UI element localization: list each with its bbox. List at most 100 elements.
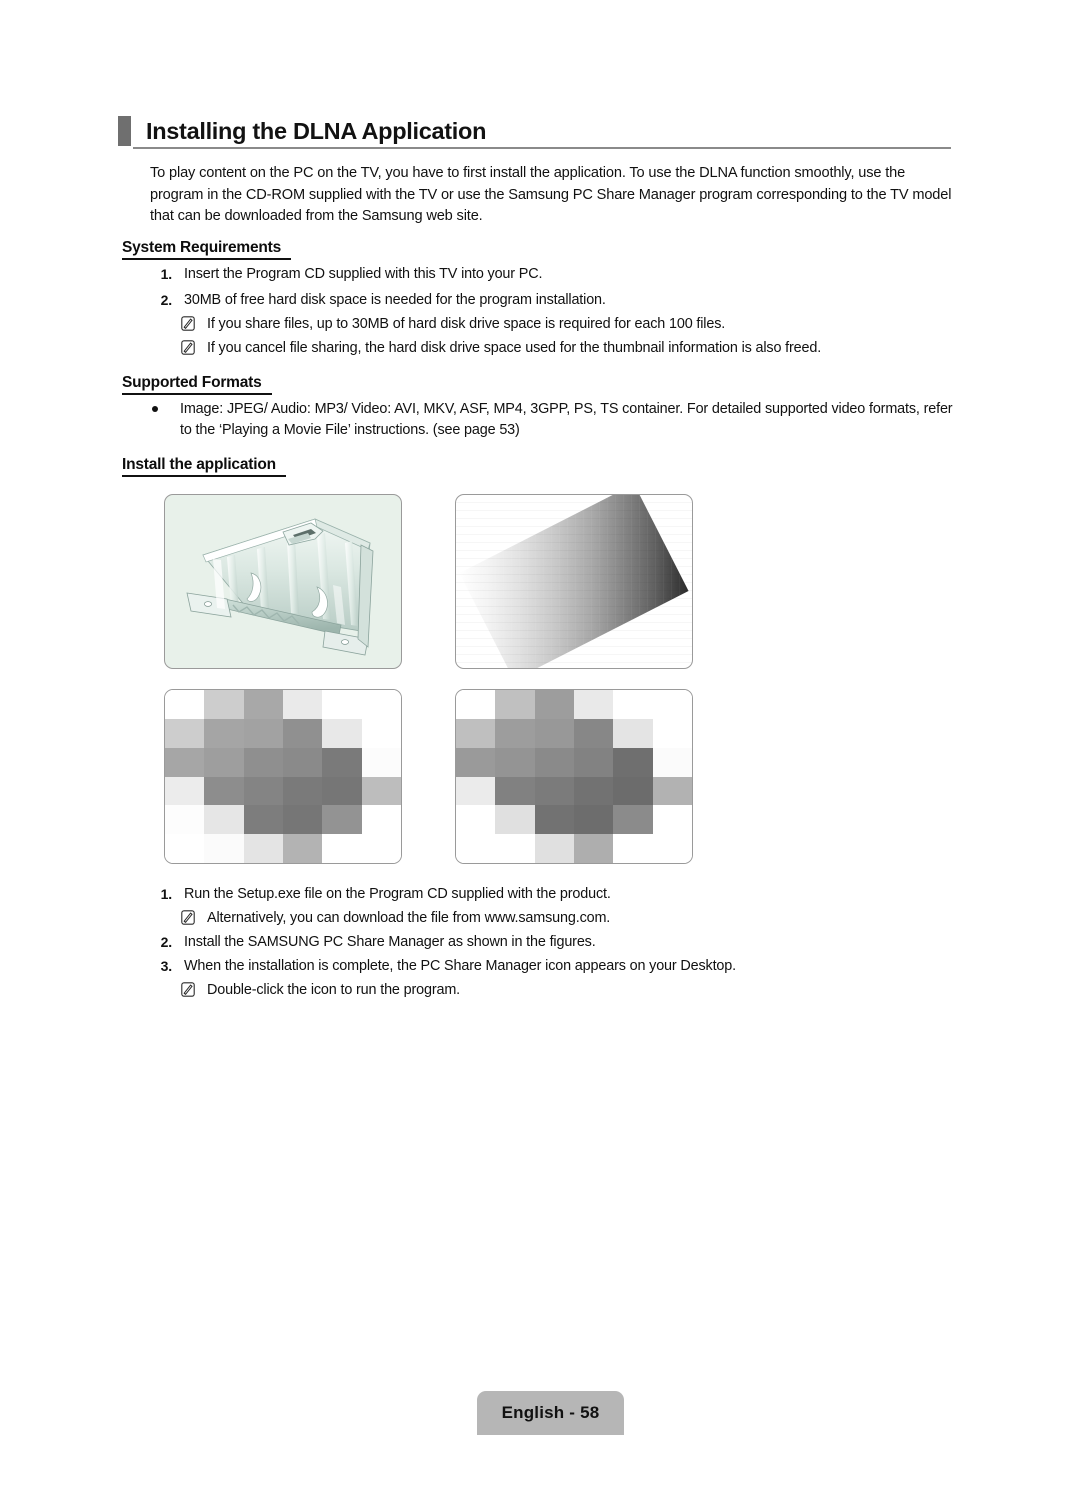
list-number: 2. bbox=[160, 934, 173, 950]
list-text: When the installation is complete, the P… bbox=[184, 958, 736, 974]
mosaic-cell-5-4 bbox=[613, 834, 653, 863]
mosaic-cell-1-1 bbox=[495, 718, 535, 748]
bracket-illustration bbox=[186, 518, 374, 656]
mosaic-cell-3-3 bbox=[282, 776, 323, 806]
mosaic-cell-0-1 bbox=[204, 690, 244, 719]
mosaic-cell-3-2 bbox=[243, 776, 283, 806]
mosaic-cell-3-4 bbox=[322, 776, 362, 806]
mosaic-cell-4-5 bbox=[652, 805, 692, 835]
list-number: 2. bbox=[160, 292, 173, 308]
mosaic-cell-4-0 bbox=[456, 805, 496, 835]
section-marker-icon bbox=[118, 116, 131, 146]
mosaic-cell-5-0 bbox=[165, 834, 205, 863]
mosaic-cell-4-3 bbox=[573, 805, 614, 835]
mosaic-cell-4-1 bbox=[495, 805, 535, 835]
heading-supported-formats: Supported Formats bbox=[122, 374, 272, 395]
list-item: 1. Insert the Program CD supplied with t… bbox=[150, 264, 940, 284]
page-title-row: Installing the DLNA Application bbox=[118, 113, 958, 149]
mosaic-cell-5-4 bbox=[322, 834, 362, 863]
mosaic-cell-1-4 bbox=[613, 718, 653, 748]
document-page: Installing the DLNA Application To play … bbox=[0, 0, 1080, 1488]
mosaic-cell-2-5 bbox=[361, 747, 401, 777]
figure-installer-step-3 bbox=[455, 689, 693, 864]
list-text: Install the SAMSUNG PC Share Manager as … bbox=[184, 934, 596, 950]
mosaic-cell-3-0 bbox=[456, 776, 496, 806]
heading-install-the-application: Install the application bbox=[122, 456, 286, 477]
mosaic-cell-1-3 bbox=[573, 718, 614, 748]
bullet-text: Image: JPEG/ Audio: MP3/ Video: AVI, MKV… bbox=[180, 401, 953, 438]
list-number: 3. bbox=[160, 958, 173, 974]
mosaic-cell-4-1 bbox=[204, 805, 244, 835]
mosaic-cell-0-4 bbox=[322, 690, 362, 719]
mosaic-cell-0-2 bbox=[243, 690, 283, 719]
figure-bracket-canvas bbox=[165, 495, 401, 668]
mosaic-cell-2-5 bbox=[652, 747, 692, 777]
mosaic-cell-5-3 bbox=[573, 834, 614, 863]
mosaic-cell-5-2 bbox=[534, 834, 574, 863]
mosaic-cell-1-5 bbox=[361, 718, 401, 748]
note-text: If you cancel file sharing, the hard dis… bbox=[207, 340, 822, 356]
mosaic-cell-0-3 bbox=[573, 690, 614, 719]
mosaic-cell-5-0 bbox=[456, 834, 496, 863]
mosaic-cell-4-3 bbox=[282, 805, 323, 835]
mosaic-cell-0-0 bbox=[165, 690, 205, 719]
mosaic-cell-5-5 bbox=[361, 834, 401, 863]
mosaic-cell-3-3 bbox=[573, 776, 614, 806]
mosaic-cell-4-4 bbox=[322, 805, 362, 835]
mosaic-cell-1-3 bbox=[282, 718, 323, 748]
list-number: 1. bbox=[160, 266, 173, 282]
mosaic-cell-2-4 bbox=[322, 747, 362, 777]
mosaic-cell-3-5 bbox=[652, 776, 692, 806]
mosaic-cell-5-1 bbox=[495, 834, 535, 863]
mosaic-cell-1-2 bbox=[534, 718, 574, 748]
mosaic-cell-5-5 bbox=[652, 834, 692, 863]
mosaic-cell-3-0 bbox=[165, 776, 205, 806]
mosaic-cell-5-2 bbox=[243, 834, 283, 863]
mosaic-cell-2-1 bbox=[495, 747, 535, 777]
mosaic-cell-3-1 bbox=[204, 776, 244, 806]
mosaic-grid-4 bbox=[456, 690, 692, 863]
mosaic-cell-2-2 bbox=[534, 747, 574, 777]
note-pencil-icon bbox=[181, 316, 195, 331]
intro-paragraph: To play content on the PC on the TV, you… bbox=[150, 165, 952, 224]
list-item: 2. Install the SAMSUNG PC Share Manager … bbox=[150, 932, 940, 952]
note-item: If you cancel file sharing, the hard dis… bbox=[181, 338, 941, 358]
mosaic-cell-2-4 bbox=[613, 747, 653, 777]
mosaic-cell-5-3 bbox=[282, 834, 323, 863]
mosaic-cell-4-5 bbox=[361, 805, 401, 835]
mosaic-cell-0-0 bbox=[456, 690, 496, 719]
mosaic-cell-3-5 bbox=[361, 776, 401, 806]
mosaic-cell-0-5 bbox=[652, 690, 692, 719]
mosaic-cell-2-3 bbox=[573, 747, 614, 777]
figure-installer-step-2 bbox=[164, 689, 402, 864]
list-text: 30MB of free hard disk space is needed f… bbox=[184, 292, 606, 308]
mosaic-cell-1-4 bbox=[322, 718, 362, 748]
mosaic-cell-4-2 bbox=[534, 805, 574, 835]
mosaic-cell-0-4 bbox=[613, 690, 653, 719]
mosaic-cell-0-1 bbox=[495, 690, 535, 719]
note-pencil-icon bbox=[181, 340, 195, 355]
list-item: 1. Run the Setup.exe file on the Program… bbox=[150, 884, 940, 904]
mosaic-cell-0-2 bbox=[534, 690, 574, 719]
heading-system-requirements: System Requirements bbox=[122, 239, 292, 260]
page-footer-tab: English - 58 bbox=[477, 1391, 624, 1435]
note-item: Double-click the icon to run the program… bbox=[181, 980, 941, 1000]
mosaic-cell-2-1 bbox=[204, 747, 244, 777]
note-pencil-icon bbox=[181, 982, 195, 997]
mosaic-cell-3-1 bbox=[495, 776, 535, 806]
mosaic-cell-3-2 bbox=[534, 776, 574, 806]
list-number: 1. bbox=[160, 886, 173, 902]
mosaic-cell-0-5 bbox=[361, 690, 401, 719]
mosaic-cell-2-2 bbox=[243, 747, 283, 777]
page-number-label: English - 58 bbox=[501, 1403, 600, 1422]
bullet-item: Image: JPEG/ Audio: MP3/ Video: AVI, MKV… bbox=[152, 399, 967, 441]
bullet-dot-icon bbox=[152, 406, 158, 412]
title-divider bbox=[133, 147, 951, 149]
mosaic-cell-1-0 bbox=[456, 718, 496, 748]
mosaic-cell-1-5 bbox=[652, 718, 692, 748]
note-text: Double-click the icon to run the program… bbox=[207, 982, 461, 998]
mosaic-cell-2-3 bbox=[282, 747, 323, 777]
mosaic-cell-1-2 bbox=[243, 718, 283, 748]
page-title: Installing the DLNA Application bbox=[146, 117, 487, 144]
figure-installer-step-1 bbox=[455, 494, 693, 669]
